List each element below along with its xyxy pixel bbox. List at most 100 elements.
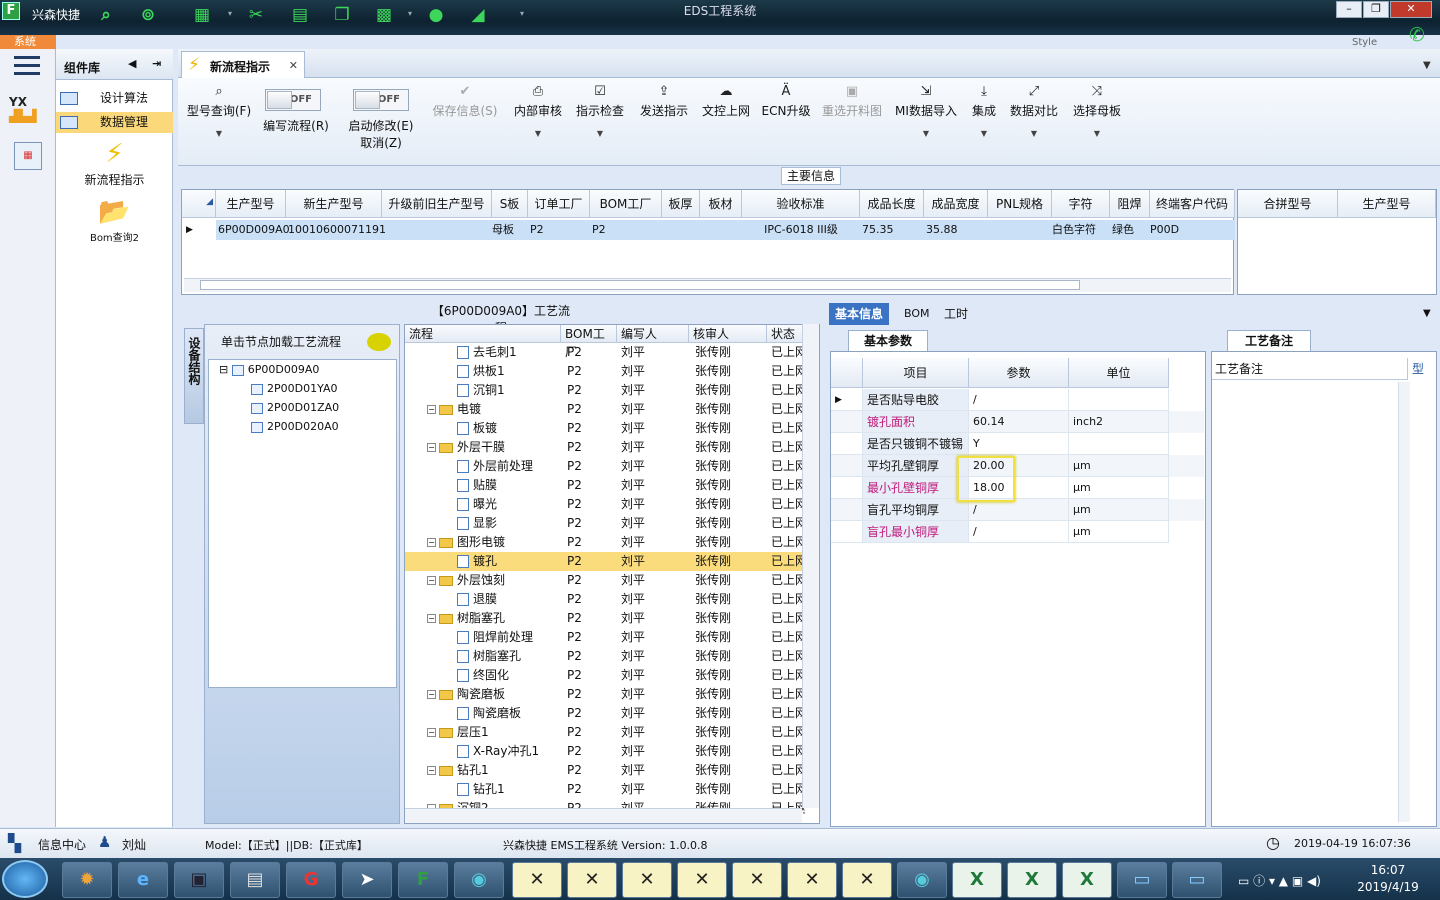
taskbar-excel-icon[interactable]: X bbox=[1062, 862, 1112, 898]
col-header[interactable]: 升级前旧生产型号 bbox=[382, 190, 492, 218]
col-header[interactable]: BOM工厂 bbox=[590, 190, 662, 218]
param-value[interactable]: / bbox=[969, 499, 1069, 521]
process-row[interactable]: − 图形电镀 P2 刘平 张传刚 已上网 bbox=[405, 533, 805, 552]
process-row[interactable]: 退膜 P2 刘平 张传刚 已上网 bbox=[405, 590, 805, 609]
param-value[interactable]: 60.14 bbox=[969, 411, 1069, 433]
col-header[interactable]: 状态 bbox=[767, 325, 803, 343]
taskbar-window-icon[interactable]: ✕ bbox=[512, 862, 562, 898]
doc-control-online-button[interactable]: ☁ 文控上网 bbox=[698, 84, 754, 119]
process-row[interactable]: 镀孔 P2 刘平 张传刚 已上网 bbox=[405, 552, 805, 571]
maximize-button[interactable]: ❐ bbox=[1363, 1, 1389, 18]
taskbar-save-icon[interactable]: ▣ bbox=[174, 862, 224, 898]
process-row[interactable]: − 外层干膜 P2 刘平 张传刚 已上网 bbox=[405, 438, 805, 457]
taskbar-eye-icon[interactable]: ◉ bbox=[454, 862, 504, 898]
param-row[interactable]: 镀孔面积 60.14 inch2 bbox=[831, 411, 1204, 433]
param-row[interactable]: 盲孔最小铜厚 / μm bbox=[831, 521, 1204, 543]
col-header[interactable]: 验收标准 bbox=[742, 190, 860, 218]
taskbar-ie-icon[interactable]: e bbox=[118, 862, 168, 898]
param-value[interactable]: / bbox=[969, 389, 1069, 411]
taskbar-eye-icon[interactable]: ◉ bbox=[897, 862, 947, 898]
taskbar-clock[interactable]: 16:07 2019/4/19 bbox=[1346, 862, 1430, 896]
taskbar-excel-icon[interactable]: X bbox=[952, 862, 1002, 898]
row-selector[interactable] bbox=[831, 477, 863, 499]
col-header[interactable]: 合拼型号 bbox=[1238, 190, 1338, 218]
write-process-toggle[interactable]: OFF bbox=[265, 89, 321, 111]
process-row[interactable]: − 树脂塞孔 P2 刘平 张传刚 已上网 bbox=[405, 609, 805, 628]
instruction-check-button[interactable]: ☑ 指示检查 ▼ bbox=[572, 84, 628, 138]
model-query-button[interactable]: ⌕ 型号查询(F) ▼ bbox=[184, 84, 254, 138]
taskbar-photo-icon[interactable]: ▭ bbox=[1172, 862, 1222, 898]
minimize-button[interactable]: – bbox=[1336, 1, 1362, 18]
data-compare-button[interactable]: ⤢ 数据对比 ▼ bbox=[1008, 84, 1060, 138]
taskbar-bird-icon[interactable]: ➤ bbox=[342, 862, 392, 898]
collapse-icon[interactable]: − bbox=[427, 728, 436, 737]
process-row[interactable]: − 钻孔1 P2 刘平 张传刚 已上网 bbox=[405, 761, 805, 780]
row-selector[interactable]: ▶ bbox=[831, 389, 863, 411]
ecn-upgrade-button[interactable]: Ä ECN升级 bbox=[760, 84, 812, 119]
collapse-icon[interactable]: − bbox=[427, 614, 436, 623]
internal-review-button[interactable]: ⎙ 内部审核 ▼ bbox=[510, 84, 566, 138]
process-row[interactable]: X-Ray冲孔1 P2 刘平 张传刚 已上网 bbox=[405, 742, 805, 761]
param-value[interactable]: Y bbox=[969, 433, 1069, 455]
row-selector[interactable] bbox=[831, 499, 863, 521]
col-header[interactable]: 核审人 bbox=[689, 325, 767, 343]
start-modify-toggle[interactable]: OFF bbox=[353, 89, 409, 111]
process-row[interactable]: 终固化 P2 刘平 张传刚 已上网 bbox=[405, 666, 805, 685]
col-header[interactable]: 新生产型号 bbox=[286, 190, 382, 218]
param-row[interactable]: ▶ 是否贴导电胶 / bbox=[831, 389, 1204, 411]
collapse-icon[interactable]: − bbox=[427, 405, 436, 414]
tab-basic-params[interactable]: 基本参数 bbox=[848, 330, 928, 351]
taskbar-window-icon[interactable]: ✕ bbox=[787, 862, 837, 898]
col-header[interactable]: 编写人 bbox=[617, 325, 689, 343]
param-value[interactable]: / bbox=[969, 521, 1069, 543]
tab-basic-info[interactable]: 基本信息 bbox=[829, 303, 890, 325]
tab-work-hours[interactable]: 工时 bbox=[938, 303, 974, 325]
col-header[interactable]: 参数 bbox=[969, 358, 1069, 388]
process-row[interactable]: 板镀 P2 刘平 张传刚 已上网 bbox=[405, 419, 805, 438]
taskbar-window-icon[interactable]: ✕ bbox=[732, 862, 782, 898]
horizontal-scrollbar[interactable] bbox=[405, 808, 802, 823]
collapse-icon[interactable]: − bbox=[427, 576, 436, 585]
calculator-icon[interactable]: ▦ bbox=[14, 142, 42, 170]
select-mother-board-button[interactable]: ⤨ 选择母板 ▼ bbox=[1070, 84, 1124, 138]
row-selector[interactable] bbox=[831, 455, 863, 477]
col-header[interactable]: 成品宽度 bbox=[924, 190, 988, 218]
col-header[interactable]: 阻焊 bbox=[1110, 190, 1150, 218]
collapse-icon[interactable]: − bbox=[427, 538, 436, 547]
phone-icon[interactable]: ✆ bbox=[1409, 24, 1425, 46]
col-header[interactable]: 生产型号 bbox=[216, 190, 286, 218]
menu-design-algorithm[interactable]: 设计算法 bbox=[56, 88, 173, 109]
col-header[interactable]: 成品长度 bbox=[860, 190, 924, 218]
process-row[interactable]: − 层压1 P2 刘平 张传刚 已上网 bbox=[405, 723, 805, 742]
integrate-button[interactable]: ⤓ 集成 ▼ bbox=[966, 84, 1002, 138]
tree-node[interactable]: 2P00D01ZA0 bbox=[209, 398, 396, 417]
reselect-cutting-button[interactable]: ▣ 重选开料图 bbox=[818, 84, 886, 119]
col-header[interactable]: 生产型号 bbox=[1338, 190, 1436, 218]
row-selector[interactable] bbox=[831, 521, 863, 543]
row-selector[interactable] bbox=[831, 411, 863, 433]
collapse-icon[interactable]: − bbox=[427, 690, 436, 699]
process-row[interactable]: 外层前处理 P2 刘平 张传刚 已上网 bbox=[405, 457, 805, 476]
process-row[interactable]: 阻焊前处理 P2 刘平 张传刚 已上网 bbox=[405, 628, 805, 647]
menu-data-management[interactable]: 数据管理 bbox=[56, 112, 173, 133]
taskbar-photo-icon[interactable]: ▭ bbox=[1117, 862, 1167, 898]
scrollbar-thumb[interactable] bbox=[200, 280, 1080, 290]
col-header[interactable]: 流程 bbox=[405, 325, 561, 343]
close-tab-icon[interactable]: ✕ bbox=[289, 59, 298, 72]
process-row[interactable]: 钻孔1 P2 刘平 张传刚 已上网 bbox=[405, 780, 805, 799]
col-header[interactable]: 项目 bbox=[863, 358, 969, 388]
process-row[interactable]: 显影 P2 刘平 张传刚 已上网 bbox=[405, 514, 805, 533]
col-header[interactable]: 板材 bbox=[700, 190, 742, 218]
table-row[interactable]: 6P00D009A0 10010600071191 母板 P2 P2 IPC-6… bbox=[216, 220, 1235, 240]
process-row[interactable]: 陶瓷磨板 P2 刘平 张传刚 已上网 bbox=[405, 704, 805, 723]
mi-import-button[interactable]: ⇲ MI数据导入 ▼ bbox=[893, 84, 959, 138]
tool-bom-query[interactable]: 📂 Bom查询2 bbox=[56, 195, 173, 244]
save-info-button[interactable]: ✔ 保存信息(S) bbox=[428, 84, 502, 119]
param-row[interactable]: 是否只镀铜不镀锡 Y bbox=[831, 433, 1204, 455]
equipment-structure-tab[interactable]: 设备结构 bbox=[184, 328, 204, 424]
tab-dropdown-icon[interactable]: ▼ bbox=[1423, 60, 1431, 71]
taskbar-excel-icon[interactable]: X bbox=[1007, 862, 1057, 898]
col-header[interactable]: 订单工厂 bbox=[528, 190, 590, 218]
process-row[interactable]: − 陶瓷磨板 P2 刘平 张传刚 已上网 bbox=[405, 685, 805, 704]
vertical-scrollbar[interactable] bbox=[802, 324, 819, 808]
